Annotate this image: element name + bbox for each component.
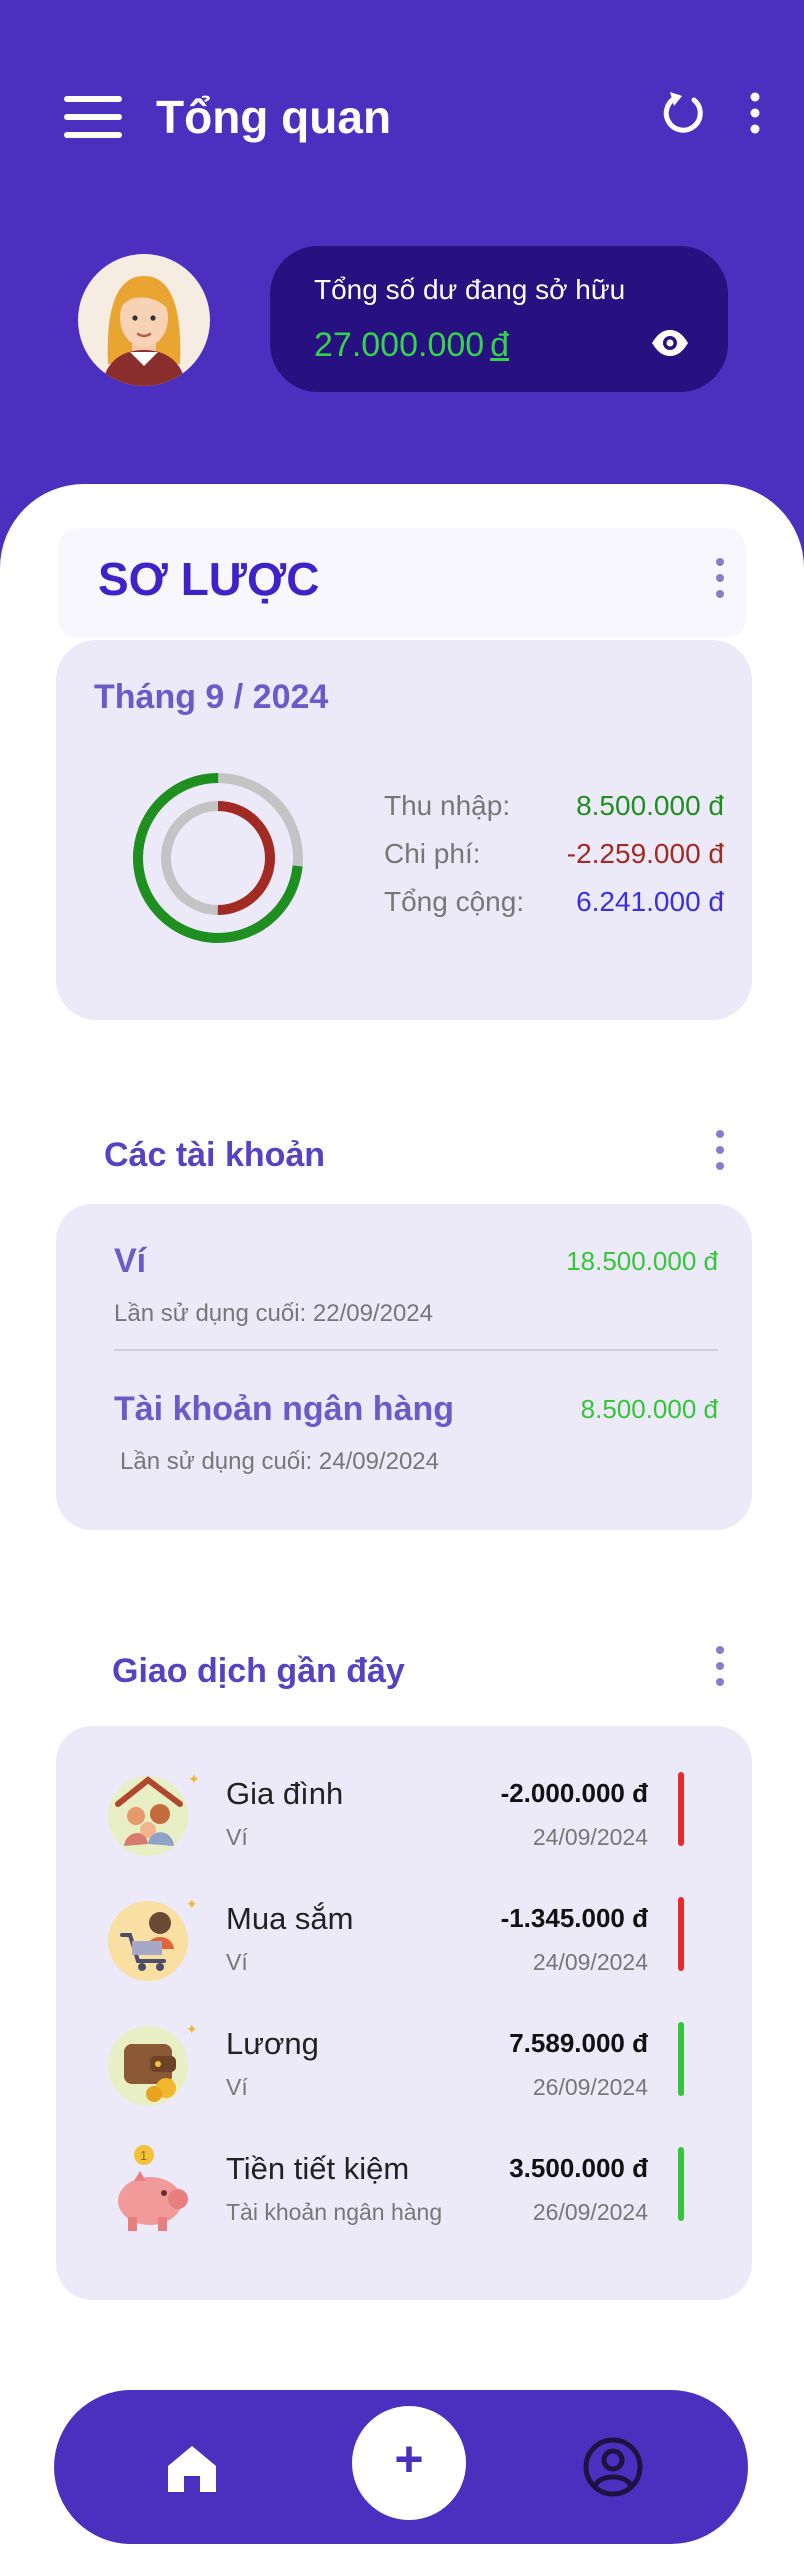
expense-value: -2.259.000 đ	[566, 838, 724, 869]
menu-icon[interactable]	[64, 96, 122, 138]
bottom-nav: +	[54, 2390, 748, 2544]
transaction-date: 26/09/2024	[532, 2074, 648, 2100]
account-amount: 8.500.000 đ	[580, 1394, 718, 1424]
transactions-card: ✦ Gia đình Ví -2.000.000 đ 24/09/2024 ✦ …	[56, 1726, 752, 2300]
home-icon[interactable]	[164, 2440, 220, 2496]
transaction-indicator	[678, 2147, 684, 2221]
wallet-icon: ✦	[108, 2021, 198, 2106]
transaction-account: Tài khoản ngân hàng	[226, 2199, 443, 2225]
transaction-amount: 3.500.000 đ	[509, 2153, 648, 2183]
transaction-item[interactable]: ✦ Lương Ví 7.589.000 đ 26/09/2024	[104, 2014, 724, 2112]
transactions-title: Giao dịch gần đây	[112, 1652, 405, 1690]
balance-value: 27.000.000 đ	[314, 326, 509, 365]
transaction-item[interactable]: ✦ Gia đình Ví -2.000.000 đ 24/09/2024	[104, 1764, 724, 1862]
piggy-bank-icon: 1	[118, 2145, 188, 2231]
add-icon: +	[394, 2431, 424, 2487]
balance-card: Tổng số dư đang sở hữu 27.000.000 đ	[270, 246, 728, 392]
income-row: Thu nhập: 8.500.000 đ	[384, 790, 724, 830]
transaction-name: Gia đình	[226, 1776, 344, 1811]
transaction-date: 24/09/2024	[532, 1824, 648, 1850]
svg-text:1: 1	[140, 2148, 147, 2163]
transaction-item[interactable]: 1 Tiền tiết kiệm Tài khoản ngân hàng 3.5…	[104, 2139, 724, 2237]
svg-text:✦: ✦	[188, 1771, 200, 1787]
transaction-date: 26/09/2024	[532, 2199, 648, 2225]
avatar-image	[102, 276, 186, 386]
transaction-indicator	[678, 1897, 684, 1971]
summary-more-icon[interactable]	[710, 558, 730, 604]
divider	[114, 1349, 718, 1351]
accounts-more-icon[interactable]	[710, 1130, 730, 1176]
transaction-account: Ví	[226, 1824, 248, 1850]
summary-card: Tháng 9 / 2024 Thu nhập: 8.500.000 đ Chi…	[56, 640, 752, 1020]
transaction-amount: 7.589.000 đ	[509, 2028, 648, 2058]
transaction-name: Tiền tiết kiệm	[226, 2151, 410, 2186]
transaction-date: 24/09/2024	[532, 1949, 648, 1975]
svg-text:✦: ✦	[186, 1896, 198, 1912]
svg-text:✦: ✦	[186, 2021, 198, 2037]
account-last-used: Lần sử dụng cuối: 24/09/2024	[120, 1448, 439, 1475]
refresh-icon[interactable]	[658, 88, 708, 138]
profile-icon[interactable]	[582, 2436, 644, 2498]
account-name: Tài khoản ngân hàng	[114, 1390, 455, 1428]
balance-amount: 27.000.000	[314, 326, 485, 364]
summary-month: Tháng 9 / 2024	[94, 678, 329, 716]
accounts-title: Các tài khoản	[104, 1136, 326, 1174]
account-last-used: Lần sử dụng cuối: 22/09/2024	[114, 1300, 433, 1327]
total-value: 6.241.000 đ	[576, 886, 724, 917]
account-amount: 18.500.000 đ	[566, 1246, 718, 1276]
header: Tổng quan Tổng số dư đang sở hữu 27.000.…	[0, 0, 804, 520]
income-ring	[133, 773, 303, 943]
account-item-bank[interactable]: Tài khoản ngân hàng Lần sử dụng cuối: 24…	[114, 1390, 718, 1510]
accounts-card: Ví Lần sử dụng cuối: 22/09/2024 18.500.0…	[56, 1204, 752, 1530]
account-name: Ví	[114, 1242, 147, 1280]
eye-icon[interactable]	[650, 328, 690, 358]
transaction-indicator	[678, 2022, 684, 2096]
transaction-account: Ví	[226, 2074, 248, 2100]
summary-donut-chart	[133, 773, 303, 943]
more-vertical-icon[interactable]	[740, 88, 770, 138]
transaction-amount: -1.345.000 đ	[500, 1903, 648, 1933]
transaction-name: Mua sắm	[226, 1901, 354, 1936]
shopping-icon: ✦	[108, 1896, 198, 1981]
total-label: Tổng cộng:	[384, 886, 525, 917]
family-icon: ✦	[108, 1771, 200, 1856]
add-button[interactable]: +	[352, 2406, 466, 2520]
page-title: Tổng quan	[156, 91, 392, 143]
transaction-name: Lương	[226, 2026, 319, 2061]
balance-currency: đ	[490, 326, 510, 364]
account-item-wallet[interactable]: Ví Lần sử dụng cuối: 22/09/2024 18.500.0…	[114, 1242, 718, 1362]
transaction-item[interactable]: ✦ Mua sắm Ví -1.345.000 đ 24/09/2024	[104, 1889, 724, 1987]
transaction-indicator	[678, 1772, 684, 1846]
avatar[interactable]	[78, 254, 210, 386]
income-label: Thu nhập:	[384, 790, 511, 821]
balance-label: Tổng số dư đang sở hữu	[314, 274, 626, 305]
transactions-more-icon[interactable]	[710, 1646, 730, 1692]
summary-title: SƠ LƯỢC	[98, 553, 320, 605]
total-row: Tổng cộng: 6.241.000 đ	[384, 886, 724, 926]
expense-row: Chi phí: -2.259.000 đ	[384, 838, 724, 878]
transaction-amount: -2.000.000 đ	[500, 1778, 648, 1808]
income-value: 8.500.000 đ	[576, 790, 724, 821]
expense-label: Chi phí:	[384, 838, 481, 869]
transaction-account: Ví	[226, 1949, 248, 1975]
